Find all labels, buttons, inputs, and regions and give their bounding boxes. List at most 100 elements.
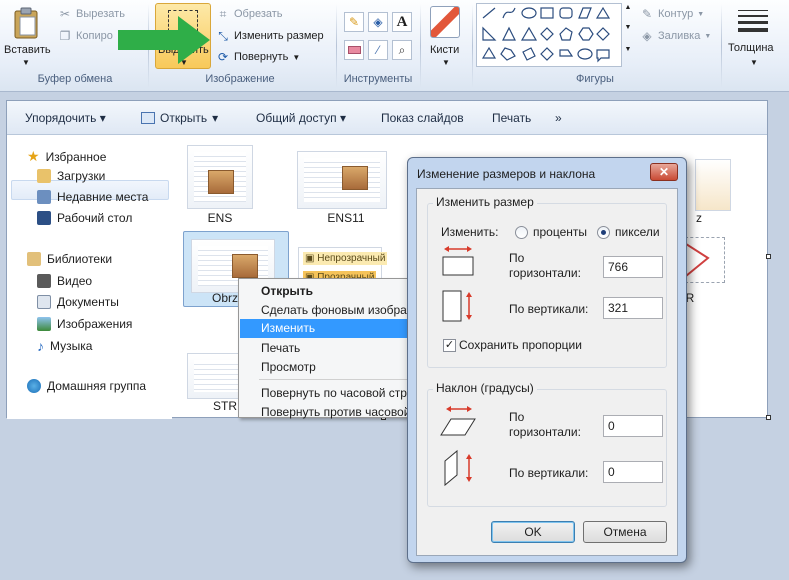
context-item-rotate-ccw[interactable]: Повернуть против часовой	[261, 405, 410, 419]
ribbon: Вставить ▼ ✂ Вырезать ❐ Копиро Буфер обм…	[0, 0, 789, 92]
skew-horizontal-input[interactable]: 0	[603, 415, 663, 437]
cancel-button[interactable]: Отмена	[583, 521, 667, 543]
resize-label: Изменить размер	[234, 30, 324, 42]
pixels-radio[interactable]	[597, 226, 610, 239]
nav-item-favorites[interactable]: ★ Избранное	[27, 148, 106, 165]
context-item-print[interactable]: Печать	[261, 341, 300, 355]
copy-button[interactable]: ❐ Копиро	[58, 29, 113, 43]
slideshow-button[interactable]: Показ слайдов	[381, 111, 464, 125]
magnifier-tool[interactable]: ⌕	[392, 40, 412, 60]
file-thumbnail-partial-r[interactable]	[685, 237, 725, 283]
paste-button[interactable]: Вставить ▼	[2, 4, 52, 70]
desktop-icon	[37, 211, 51, 225]
keep-ratio-checkbox[interactable]: ✓	[443, 339, 456, 352]
color-picker-tool[interactable]: ⁄	[368, 40, 388, 60]
opaque-icon: ▣	[305, 253, 315, 264]
text-tool[interactable]: A	[392, 12, 412, 32]
context-menu: Открыть Сделать фоновым изобра Изменить …	[238, 278, 418, 419]
file-thumbnail-partial-z[interactable]	[695, 159, 731, 211]
cut-button[interactable]: ✂ Вырезать	[58, 7, 125, 21]
skew-vertical-input[interactable]: 0	[603, 461, 663, 483]
fill-label: Заливка	[658, 30, 701, 42]
group-label-clipboard: Буфер обмена	[37, 73, 113, 85]
nav-item-recent[interactable]: Недавние места	[37, 190, 148, 204]
percent-radio[interactable]	[515, 226, 528, 239]
nav-item-desktop[interactable]: Рабочий стол	[37, 211, 132, 225]
nav-item-downloads[interactable]: Загрузки	[37, 169, 105, 183]
paste-label: Вставить	[4, 44, 51, 56]
selection-handle[interactable]	[766, 415, 771, 420]
nav-item-documents[interactable]: Документы	[37, 295, 119, 309]
crop-button[interactable]: ⌗ Обрезать	[216, 7, 283, 21]
fill-tool[interactable]: ◈	[368, 12, 388, 32]
vertical-skew-icon	[444, 449, 472, 487]
nav-item-libraries[interactable]: Библиотеки	[27, 252, 112, 266]
print-button[interactable]: Печать	[492, 111, 531, 125]
eraser-tool[interactable]	[344, 40, 364, 60]
percent-label: проценты	[533, 225, 588, 239]
nav-item-video[interactable]: Видео	[37, 274, 92, 288]
skew-horizontal-label-line1: По	[509, 410, 525, 424]
context-item-preview[interactable]: Просмотр	[261, 360, 316, 374]
ok-button[interactable]: OK	[491, 521, 575, 543]
close-button[interactable]: ✕	[650, 163, 678, 181]
paste-dropdown-icon: ▼	[22, 58, 30, 67]
homegroup-icon	[27, 379, 41, 393]
context-menu-separator	[259, 379, 415, 380]
nav-item-music[interactable]: ♪ Музыка	[37, 338, 92, 354]
crop-label: Обрезать	[234, 8, 283, 20]
nav-item-images[interactable]: Изображения	[37, 317, 132, 331]
rotate-button[interactable]: ⟳ Повернуть ▼	[216, 50, 300, 64]
file-thumbnail-ens[interactable]	[187, 145, 253, 209]
open-icon	[141, 112, 155, 124]
outline-icon: ✎	[641, 7, 653, 21]
open-menu[interactable]: Открыть ▾	[141, 111, 218, 125]
resize-by-label: Изменить:	[441, 225, 499, 239]
brushes-label: Кисти	[430, 44, 460, 56]
organize-menu[interactable]: Упорядочить ▾	[25, 111, 106, 125]
pencil-tool[interactable]: ✎	[344, 12, 364, 32]
group-label-image: Изображение	[205, 73, 275, 85]
dialog-title: Изменение размеров и наклона	[417, 167, 596, 181]
green-arrow-annotation	[118, 16, 210, 64]
music-icon: ♪	[37, 338, 44, 354]
horizontal-skew-icon	[440, 406, 476, 436]
group-separator	[721, 4, 722, 88]
size-dropdown-icon: ▼	[750, 58, 758, 67]
fill-bucket-icon: ◈	[642, 29, 652, 43]
context-item-set-background[interactable]: Сделать фоновым изобра	[261, 303, 407, 317]
shapes-scroll-up[interactable]: ▲	[623, 4, 633, 22]
group-separator	[336, 4, 337, 88]
nav-item-homegroup[interactable]: Домашняя группа	[27, 379, 146, 393]
downloads-folder-icon	[37, 169, 51, 183]
group-label-shapes: Фигуры	[576, 73, 614, 85]
rotate-label: Повернуть	[234, 51, 289, 63]
resize-horizontal-label-line2: горизонтали:	[509, 266, 581, 280]
file-thumbnail-ens11[interactable]	[297, 151, 387, 209]
fill-dropdown-icon: ▼	[704, 32, 712, 40]
copy-label: Копиро	[76, 30, 113, 42]
size-label: Толщина	[728, 42, 774, 54]
selection-handle[interactable]	[766, 254, 771, 259]
fill-button[interactable]: ◈ Заливка ▼	[640, 29, 711, 43]
size-button[interactable]: Толщина ▼	[726, 4, 782, 70]
resize-horizontal-input[interactable]: 766	[603, 256, 663, 278]
brushes-dropdown-icon: ▼	[442, 58, 450, 67]
context-item-edit[interactable]: Изменить	[261, 321, 315, 335]
resize-button[interactable]: ⤡ Изменить размер	[216, 29, 324, 43]
star-icon: ★	[27, 148, 40, 164]
shapes-expand[interactable]: ▼	[623, 46, 633, 64]
brush-icon	[430, 6, 460, 38]
outline-dropdown-icon: ▼	[697, 10, 705, 18]
brushes-button[interactable]: Кисти ▼	[424, 4, 468, 70]
eraser-icon	[348, 46, 361, 54]
resize-vertical-input[interactable]: 321	[603, 297, 663, 319]
share-menu[interactable]: Общий доступ ▾	[256, 111, 346, 125]
shapes-gallery[interactable]	[476, 3, 622, 67]
outline-button[interactable]: ✎ Контур ▼	[640, 7, 704, 21]
shapes-scroll-down[interactable]: ▼	[623, 24, 633, 42]
more-button[interactable]: »	[555, 111, 562, 125]
rotate-icon: ⟳	[217, 50, 229, 64]
context-item-open[interactable]: Открыть	[261, 284, 313, 298]
context-item-rotate-cw[interactable]: Повернуть по часовой стр	[261, 386, 407, 400]
